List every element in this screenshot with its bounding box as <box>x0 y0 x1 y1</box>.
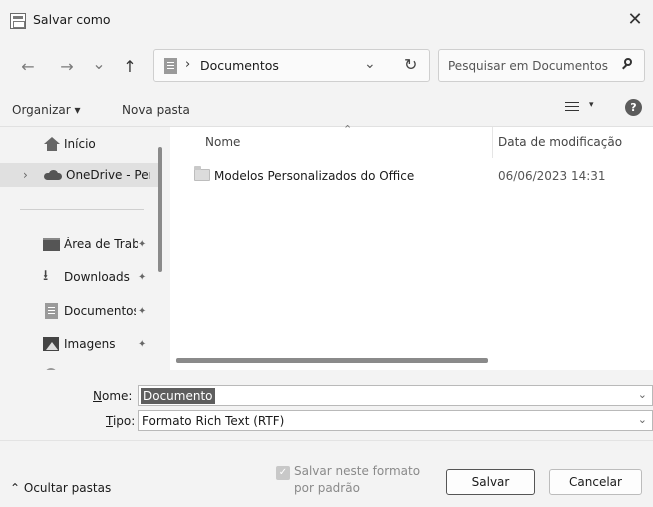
desktop-icon <box>43 237 60 251</box>
sort-ascending-icon: ⌃ <box>343 123 353 136</box>
sidebar-item-imagens[interactable]: Imagens ✦ <box>0 332 160 356</box>
sidebar-item-documentos[interactable]: Documentos ✦ <box>0 299 160 323</box>
file-name-field[interactable]: Documento ⌄ <box>138 385 653 406</box>
recent-locations-chevron-icon[interactable]: ⌄ <box>87 52 111 76</box>
sidebar-item-downloads[interactable]: ⭳ Downloads ✦ <box>0 265 160 289</box>
save-default-checkbox[interactable]: ✓ <box>276 466 290 480</box>
sidebar-item-area-de-trabalho[interactable]: Área de Traba ✦ <box>0 232 160 256</box>
column-header-modified[interactable]: Data de modificação <box>498 135 622 149</box>
documents-icon <box>45 303 58 319</box>
file-type-dropdown-chevron-icon[interactable]: ⌄ <box>638 413 647 426</box>
column-header-name[interactable]: Nome <box>205 135 240 149</box>
refresh-icon[interactable]: ↻ <box>404 55 417 74</box>
expand-chevron-icon[interactable]: › <box>23 168 28 182</box>
pin-icon: ✦ <box>138 338 147 350</box>
back-arrow-icon[interactable]: ← <box>16 55 40 79</box>
save-button[interactable]: Salvar <box>446 469 535 495</box>
navigation-bar: ← → ⌄ ↑ › Documentos ⌄ ↻ Pesquisar em Do… <box>0 40 653 94</box>
search-icon[interactable] <box>622 58 634 70</box>
cloud-icon <box>44 170 62 180</box>
file-type-value: Formato Rich Text (RTF) <box>142 414 285 428</box>
download-icon: ⭳ <box>43 265 49 284</box>
table-row[interactable]: Modelos Personalizados do Office 06/06/2… <box>170 164 653 188</box>
file-type-label: Tipo: <box>106 414 136 428</box>
documents-icon <box>164 58 177 74</box>
view-options-icon[interactable] <box>565 102 579 114</box>
sidebar-scrollbar[interactable] <box>158 147 162 272</box>
save-default-label: Salvar neste formato por padrão <box>294 464 421 495</box>
file-name-dropdown-chevron-icon[interactable]: ⌄ <box>638 388 647 401</box>
file-name-label: Nome: <box>93 389 133 403</box>
organize-menu-button[interactable]: Organizar ▾ <box>12 103 81 117</box>
window-title: Salvar como <box>33 12 111 27</box>
navigation-pane[interactable]: Início › OneDrive - Perso Área de Traba … <box>0 127 170 370</box>
pin-icon: ✦ <box>138 305 147 317</box>
sidebar-item-label: Imagens <box>64 337 116 351</box>
search-box[interactable]: Pesquisar em Documentos <box>438 49 645 82</box>
title-bar: Salvar como ✕ <box>0 0 653 40</box>
forward-arrow-icon[interactable]: → <box>55 55 79 79</box>
address-bar[interactable]: › Documentos ⌄ ↻ <box>153 49 430 82</box>
file-name-input[interactable]: Documento <box>141 388 215 404</box>
sidebar-item-label: Área de Traba <box>64 237 138 251</box>
column-divider[interactable] <box>492 127 493 158</box>
home-icon <box>44 137 60 151</box>
pictures-icon <box>43 337 59 351</box>
sidebar-item-label: Início <box>64 137 96 151</box>
dialog-footer: ⌃ Ocultar pastas ✓ Salvar neste formato … <box>0 440 653 507</box>
folder-icon <box>194 166 210 181</box>
command-toolbar: Organizar ▾ Nova pasta ▾ ? <box>0 94 653 127</box>
address-dropdown-chevron-icon[interactable]: ⌄ <box>364 56 376 72</box>
search-input[interactable]: Pesquisar em Documentos <box>448 59 608 73</box>
close-button[interactable]: ✕ <box>623 8 647 32</box>
cancel-button[interactable]: Cancelar <box>549 469 642 495</box>
up-arrow-icon[interactable]: ↑ <box>118 55 142 79</box>
file-list[interactable]: ⌃ Nome Data de modificação Modelos Perso… <box>170 123 653 370</box>
sidebar-item-label: Documentos <box>64 304 136 318</box>
breadcrumb-separator: › <box>185 57 191 72</box>
save-form: Nome: Documento ⌄ Tipo: Formato Rich Tex… <box>0 370 653 440</box>
new-folder-button[interactable]: Nova pasta <box>122 103 190 117</box>
help-icon[interactable]: ? <box>625 99 642 116</box>
view-options-chevron-icon[interactable]: ▾ <box>589 100 594 110</box>
sidebar-item-label: Downloads <box>64 270 130 284</box>
sidebar-divider <box>20 209 144 210</box>
breadcrumb-documentos[interactable]: Documentos <box>200 58 279 73</box>
sidebar-item-label: OneDrive - Perso <box>66 168 150 182</box>
save-dialog-icon <box>10 13 26 29</box>
file-modified-date: 06/06/2023 14:31 <box>498 169 606 183</box>
hide-folders-button[interactable]: ⌃ Ocultar pastas <box>10 481 111 495</box>
horizontal-scrollbar[interactable] <box>176 358 488 363</box>
sidebar-item-onedrive[interactable]: › OneDrive - Perso <box>0 163 160 187</box>
sidebar-item-inicio[interactable]: Início <box>0 132 160 156</box>
file-type-select[interactable]: Formato Rich Text (RTF) ⌄ <box>138 410 653 431</box>
file-name: Modelos Personalizados do Office <box>214 169 415 183</box>
pin-icon: ✦ <box>138 271 147 283</box>
pin-icon: ✦ <box>138 238 147 250</box>
